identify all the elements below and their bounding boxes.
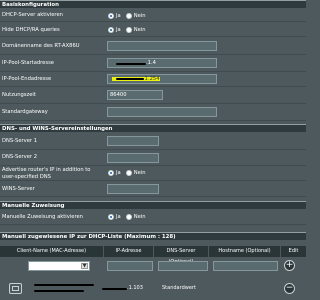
row-dns1: DNS-Server 1 xyxy=(0,133,306,150)
section-basic-header: Basiskonfiguration xyxy=(0,0,306,8)
hide-dhcp-no-radio[interactable] xyxy=(125,27,132,33)
advertise-label: Advertise router's IP in addition to use… xyxy=(2,167,91,180)
advertise-yes-label: Ja xyxy=(116,170,121,176)
dns2-label: DNS-Server 2 xyxy=(2,154,38,160)
hide-dhcp-radio-group: Ja Nein xyxy=(108,26,151,34)
dhcp-server-yes-radio[interactable] xyxy=(108,13,114,19)
col-dns-server: DNS-Server (Optional) xyxy=(154,246,209,265)
pool-end-input[interactable]: .1.254 xyxy=(107,74,217,84)
advertise-yes-radio[interactable] xyxy=(108,170,114,176)
advertise-radio-group: Ja Nein xyxy=(108,169,151,177)
manual-enable-radio-group: Ja Nein xyxy=(108,213,151,221)
advertise-no-label: Nein xyxy=(133,170,146,176)
redaction-mark xyxy=(102,288,127,290)
manual-list-table-header: Client-Name (MAC-Adresse) IP-Adresse DNS… xyxy=(0,246,306,265)
row-gateway: Standardgateway xyxy=(0,104,306,121)
section-dns-header: DNS- und WINS-Servereinstellungen xyxy=(0,124,306,132)
gateway-label: Standardgateway xyxy=(2,109,48,115)
col-client-name: Client-Name (MAC-Adresse) xyxy=(0,246,104,257)
row-dhcp-server: DHCP-Server aktivieren Ja Nein xyxy=(0,9,306,22)
wins-input[interactable] xyxy=(107,184,159,194)
row-pool-end: IP-Pool-Endadresse .1.254 xyxy=(0,72,306,87)
section-manual-header: Manuelle Zuweisung xyxy=(0,201,306,209)
redaction-mark xyxy=(34,284,94,286)
row-dns2: DNS-Server 2 xyxy=(0,150,306,166)
col-ip-address: IP-Adresse xyxy=(104,246,154,257)
row-domain: Domänenname des RT-AX86U xyxy=(0,37,306,55)
row-ip-value: .1.103 xyxy=(127,285,143,291)
pool-end-label: IP-Pool-Endadresse xyxy=(2,76,52,82)
hide-dhcp-no-label: Nein xyxy=(133,27,146,33)
redaction-mark xyxy=(116,78,144,80)
client-name-select[interactable]: ▼ xyxy=(28,261,90,271)
device-icon xyxy=(9,283,22,294)
dhcp-server-radio-group: Ja Nein xyxy=(108,12,151,20)
lease-input[interactable]: 86400 xyxy=(107,90,163,100)
new-hostname-input[interactable] xyxy=(213,261,278,271)
dhcp-server-label: DHCP-Server aktivieren xyxy=(2,12,63,18)
manual-enable-no-radio[interactable] xyxy=(125,214,132,220)
table-row: .1.103 Standardwert − xyxy=(0,277,306,300)
row-manual-enable: Manuelle Zuweisung aktivieren Ja Nein xyxy=(0,210,306,225)
chevron-down-icon[interactable]: ▼ xyxy=(81,263,88,269)
new-dns-input[interactable] xyxy=(158,261,208,271)
manual-enable-no-label: Nein xyxy=(133,214,146,220)
row-advertise: Advertise router's IP in addition to use… xyxy=(0,166,306,181)
row-pool-start: IP-Pool-Startadresse .1.4 xyxy=(0,55,306,72)
manual-enable-yes-radio[interactable] xyxy=(108,214,114,220)
manual-enable-yes-label: Ja xyxy=(116,214,121,220)
add-icon[interactable]: + xyxy=(284,260,295,271)
dns2-input[interactable] xyxy=(107,153,159,163)
col-edit: Edit xyxy=(288,248,299,254)
wins-label: WINS-Server xyxy=(2,186,35,192)
advertise-no-radio[interactable] xyxy=(125,170,132,176)
device-screen xyxy=(12,286,19,291)
new-ip-input[interactable] xyxy=(107,261,153,271)
gateway-input[interactable] xyxy=(107,107,217,117)
row-wins: WINS-Server xyxy=(0,181,306,197)
pool-start-label: IP-Pool-Startadresse xyxy=(2,60,54,66)
remove-icon[interactable]: − xyxy=(284,283,295,294)
hide-dhcp-yes-label: Ja xyxy=(116,27,121,33)
row-hide-dhcp: Hide DHCP/RA queries Ja Nein xyxy=(0,22,306,37)
dhcp-server-no-label: Nein xyxy=(133,13,146,19)
row-hostname-value: Standardwert xyxy=(162,285,196,291)
dns1-input[interactable] xyxy=(107,136,159,146)
domain-label: Domänenname des RT-AX86U xyxy=(2,43,80,49)
dhcp-server-yes-label: Ja xyxy=(116,13,121,19)
redaction-mark xyxy=(116,63,146,65)
manual-enable-label: Manuelle Zuweisung aktivieren xyxy=(2,214,83,220)
col-hostname: Hostname (Optional) xyxy=(209,246,281,257)
pool-start-input[interactable]: .1.4 xyxy=(107,58,217,68)
dhcp-server-no-radio[interactable] xyxy=(125,13,132,19)
hide-dhcp-yes-radio[interactable] xyxy=(108,27,114,33)
section-manual-list-header: Manuell zugewiesene IP zur DHCP-Liste (M… xyxy=(0,232,306,240)
dns1-label: DNS-Server 1 xyxy=(2,138,38,144)
redaction-mark xyxy=(34,290,84,292)
domain-input[interactable] xyxy=(107,41,217,51)
lease-label: Nutzungszeit xyxy=(2,92,36,98)
hide-dhcp-label: Hide DHCP/RA queries xyxy=(2,27,60,33)
row-lease: Nutzungszeit 86400 xyxy=(0,87,306,104)
pool-start-value: .1.4 xyxy=(146,60,156,66)
pool-end-value: .1.254 xyxy=(143,76,160,82)
